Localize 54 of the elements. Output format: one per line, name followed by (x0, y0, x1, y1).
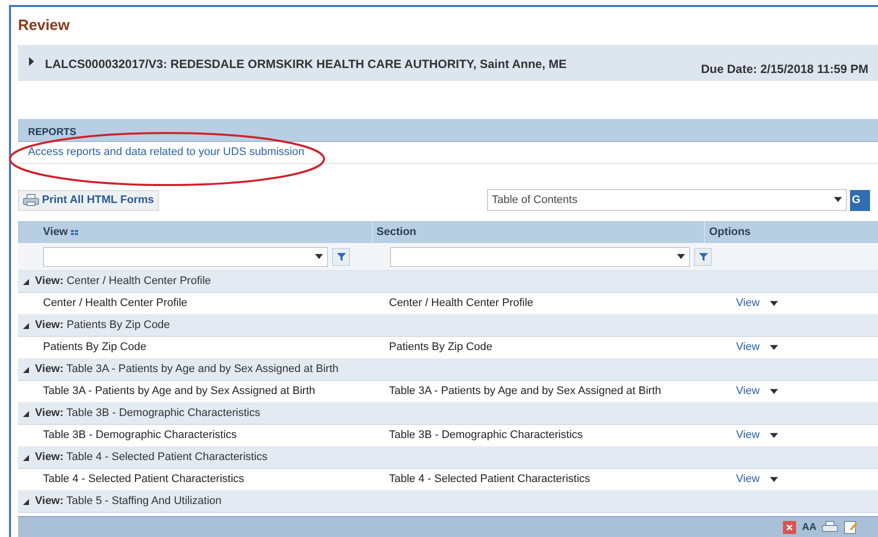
group-label: View: Center / Health Center Profile (35, 274, 211, 290)
view-link[interactable]: View (736, 339, 760, 356)
caret-icon[interactable] (770, 388, 778, 394)
table-cell-text: Table 4 - Selected Patient Characteristics (388, 472, 592, 488)
printer-icon (23, 194, 39, 206)
caret-icon[interactable] (770, 432, 778, 438)
table-cell-text: Table 3A - Patients by Age and by Sex Assigned at Birth (388, 384, 662, 400)
contents-dropdown[interactable]: Table of Contents (486, 189, 847, 211)
grid-dots-icon (70, 230, 78, 234)
go-button[interactable]: G (850, 190, 870, 210)
group-label: View: Patients By Zip Code (35, 318, 170, 334)
font-size-button[interactable]: AA (802, 520, 816, 534)
filter-icon (336, 252, 346, 260)
caret-icon (315, 254, 323, 260)
filter-button[interactable] (332, 248, 350, 266)
group-label: View: Table 3A - Patients by Age and by Sex Assigned at Birth (35, 362, 339, 378)
table-cell-text: Table 3A - Patients by Age and by Sex Assigned at Birth (42, 384, 316, 400)
view-link[interactable]: View (736, 427, 760, 444)
printer-icon[interactable] (822, 521, 838, 533)
close-button[interactable] (783, 520, 796, 534)
close-icon (786, 524, 793, 530)
filter-button[interactable] (694, 248, 712, 266)
print-button[interactable]: Print All HTML Forms (18, 190, 159, 210)
view-link[interactable]: View (736, 471, 760, 488)
table-cell-text: Center / Health Center Profile (42, 296, 188, 312)
filter-icon (698, 252, 708, 260)
expanded-triangle-icon[interactable] (23, 498, 29, 504)
due-date: Due Date: 2/15/2018 11:59 PM (701, 61, 868, 78)
view-link[interactable]: View (736, 295, 760, 312)
expanded-triangle-icon[interactable] (23, 278, 29, 284)
table-cell-text: Table 4 - Selected Patient Characteristics (42, 472, 246, 488)
expanded-triangle-icon[interactable] (23, 410, 29, 416)
view-link[interactable]: View (736, 383, 760, 400)
page-title: Review (18, 16, 71, 36)
collapsed-triangle-icon[interactable] (28, 57, 35, 66)
caret-icon[interactable] (770, 476, 778, 482)
caret-icon (677, 254, 685, 260)
table-cell-text: Table 3B - Demographic Characteristics (42, 428, 238, 444)
table-cell-text: Center / Health Center Profile (388, 296, 534, 312)
record-title: LALCS000032017/V3: REDESDALE ORMSKIRK HEALTH CARE AUTHORITY, Saint Anne, ME (45, 56, 567, 73)
caret-icon[interactable] (770, 300, 778, 306)
expanded-triangle-icon[interactable] (23, 454, 29, 460)
expanded-triangle-icon[interactable] (23, 322, 29, 328)
group-label: View: Table 5 - Staffing And Utilization (35, 494, 222, 510)
table-cell-text: Patients By Zip Code (42, 340, 148, 356)
table-cell-text: Table 3B - Demographic Characteristics (388, 428, 584, 444)
group-label: View: Table 4 - Selected Patient Characteristics (35, 450, 268, 466)
group-label: View: Table 3B - Demographic Characteristics (35, 406, 260, 422)
caret-icon (834, 197, 842, 203)
table-cell-text: Patients By Zip Code (388, 340, 494, 356)
edit-icon[interactable] (844, 520, 858, 534)
expanded-triangle-icon[interactable] (23, 366, 29, 372)
section-heading: REPORTS (18, 119, 878, 142)
caret-icon[interactable] (770, 344, 778, 350)
